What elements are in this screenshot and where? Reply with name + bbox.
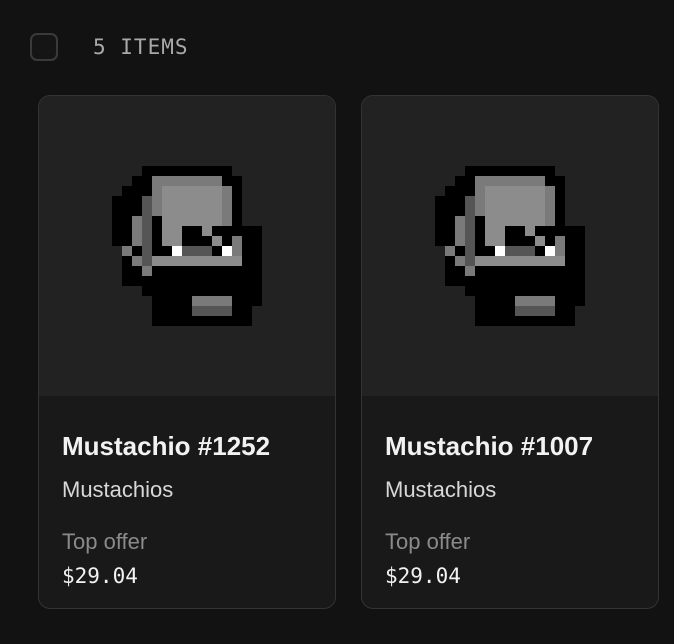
pixel-skull-mustache-icon [112, 166, 262, 326]
pixel-skull-mustache-icon [435, 166, 585, 326]
nft-image[interactable] [39, 96, 335, 396]
item-count: 5 ITEMS [93, 35, 189, 59]
card-details: Mustachio #1252 Mustachios Top offer $29… [39, 396, 335, 589]
item-grid: Mustachio #1252 Mustachios Top offer $29… [38, 95, 659, 609]
collection-name[interactable]: Mustachios [62, 477, 312, 503]
select-all-checkbox[interactable] [30, 33, 58, 61]
top-offer-label: Top offer [62, 529, 148, 554]
nft-title[interactable]: Mustachio #1252 [62, 431, 312, 461]
top-offer-price: $29.04 [385, 564, 461, 588]
collection-name[interactable]: Mustachios [385, 477, 635, 503]
top-offer-label: Top offer [385, 529, 471, 554]
nft-image[interactable] [362, 96, 658, 396]
collection-header: 5 ITEMS [30, 32, 189, 62]
nft-card[interactable]: Mustachio #1007 Mustachios Top offer $29… [361, 95, 659, 609]
top-offer-price: $29.04 [62, 564, 138, 588]
card-details: Mustachio #1007 Mustachios Top offer $29… [362, 396, 658, 589]
nft-card[interactable]: Mustachio #1252 Mustachios Top offer $29… [38, 95, 336, 609]
nft-title[interactable]: Mustachio #1007 [385, 431, 635, 461]
page: 5 ITEMS Mustachio #1252 Mustachios Top o… [0, 0, 674, 644]
